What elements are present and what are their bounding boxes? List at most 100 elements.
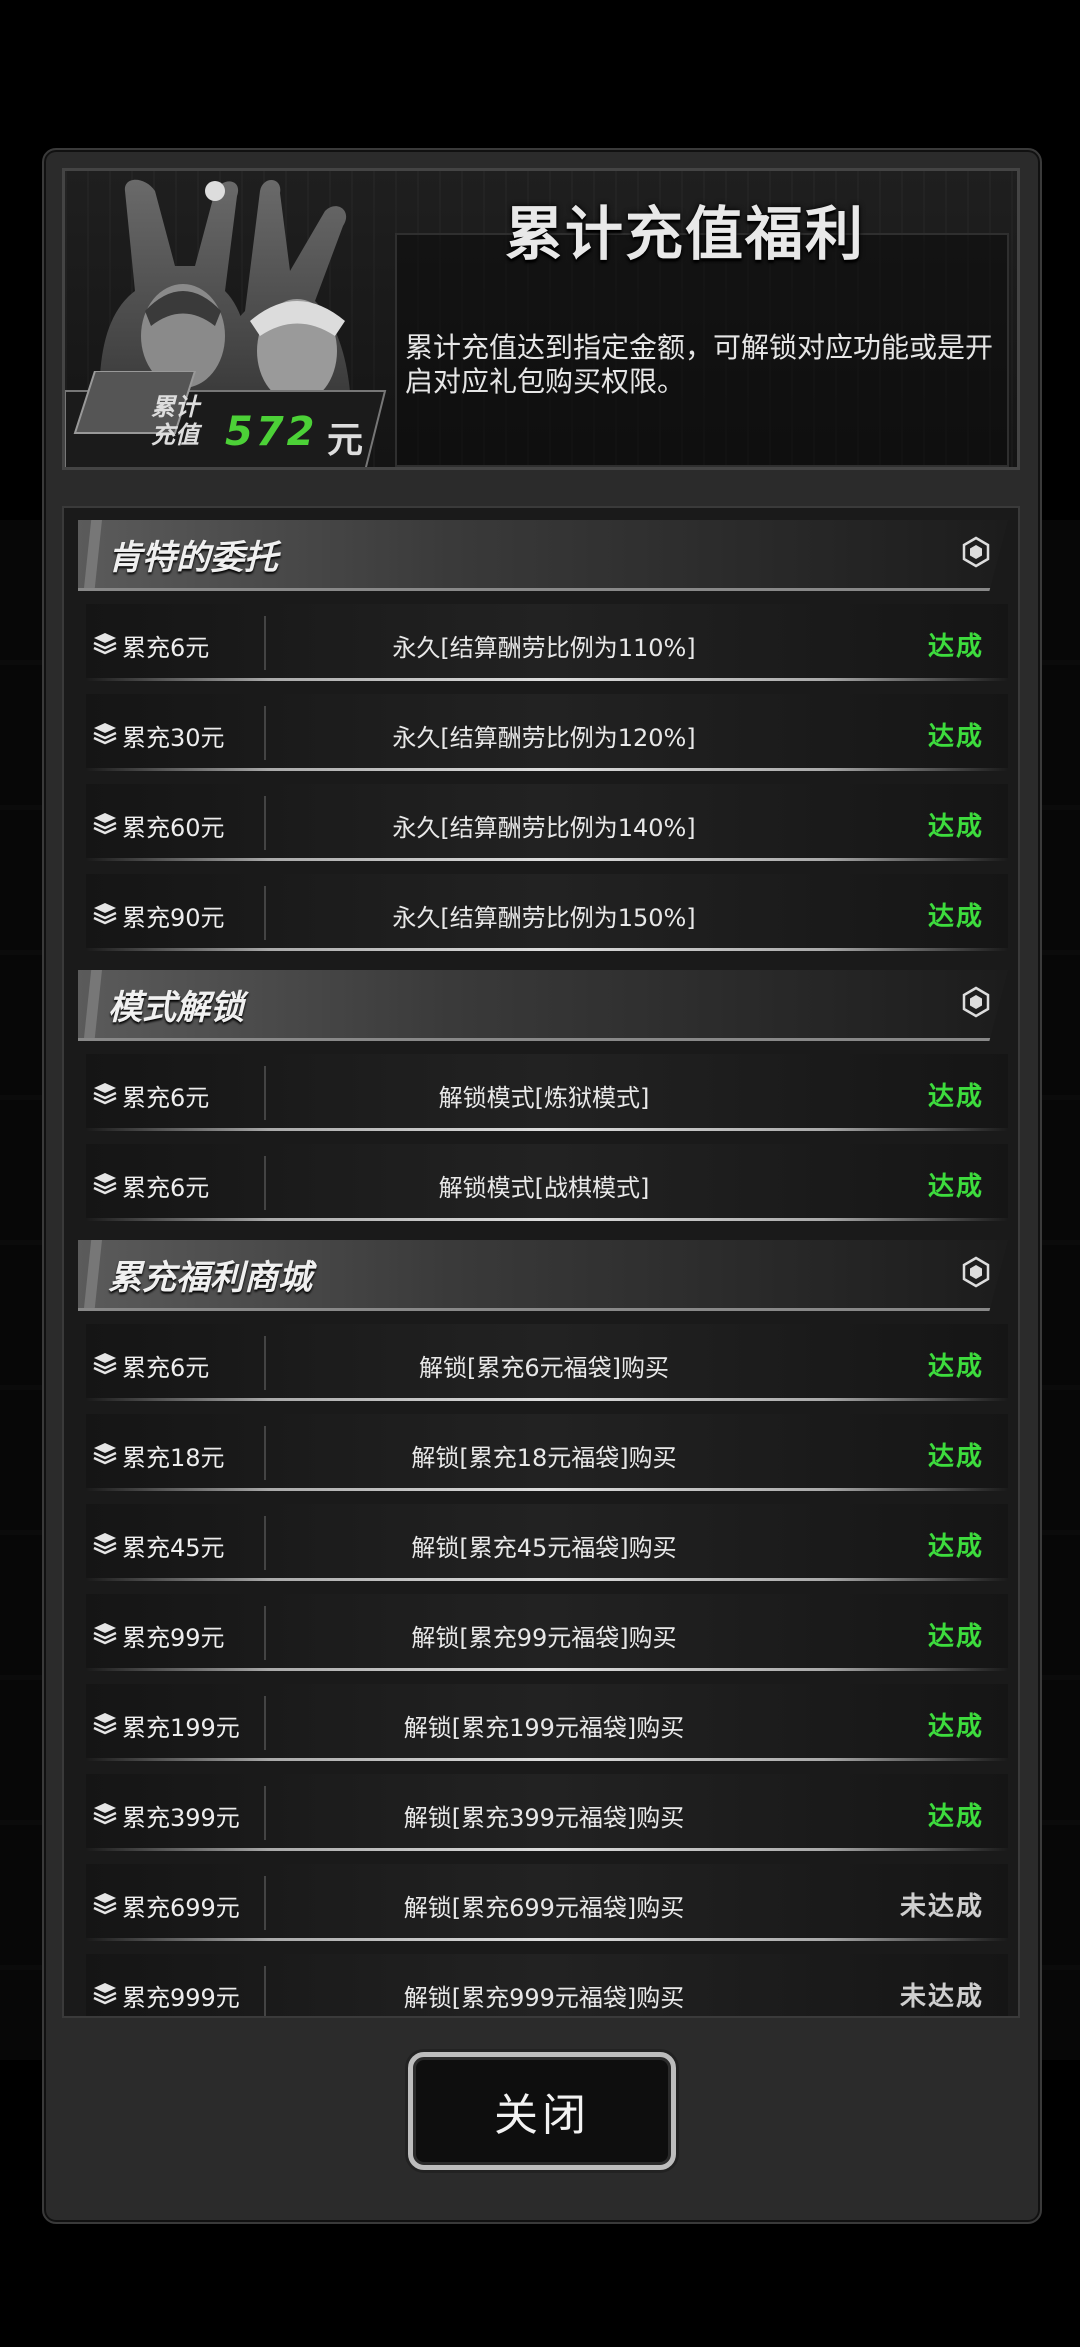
row-status: 达成 bbox=[927, 1082, 984, 1112]
row-reward: 永久[结算酬劳比例为150%] bbox=[392, 904, 696, 932]
row-reward: 永久[结算酬劳比例为110%] bbox=[392, 634, 696, 662]
row-reward: 解锁[累充399元福袋]购买 bbox=[403, 1804, 685, 1832]
total-recharge-unit: 元 bbox=[327, 420, 364, 461]
layers-icon bbox=[93, 1893, 117, 1915]
row-underline bbox=[86, 1758, 1008, 1761]
row-status: 达成 bbox=[927, 632, 984, 662]
list-item: 累充60元 永久[结算酬劳比例为140%] 达成 bbox=[64, 778, 1018, 868]
layers-icon bbox=[93, 633, 117, 655]
row-amount: 累充18元 bbox=[122, 1444, 225, 1472]
row-reward: 永久[结算酬劳比例为140%] bbox=[392, 814, 696, 842]
layers-icon bbox=[93, 1623, 117, 1645]
row-reward: 解锁[累充99元福袋]购买 bbox=[411, 1624, 677, 1652]
row-underline bbox=[86, 1938, 1008, 1941]
row-amount: 累充6元 bbox=[122, 1354, 210, 1382]
section-title: 累充福利商城 bbox=[108, 1258, 312, 1298]
row-reward: 解锁[累充699元福袋]购买 bbox=[403, 1894, 685, 1922]
row-status: 达成 bbox=[927, 1712, 984, 1742]
section-title: 模式解锁 bbox=[108, 988, 244, 1028]
layers-icon bbox=[93, 1173, 117, 1195]
row-amount: 累充30元 bbox=[122, 724, 225, 752]
list-item: 累充30元 永久[结算酬劳比例为120%] 达成 bbox=[64, 688, 1018, 778]
list-item: 累充6元 解锁[累充6元福袋]购买 达成 bbox=[64, 1318, 1018, 1408]
list-item: 累充199元 解锁[累充199元福袋]购买 达成 bbox=[64, 1678, 1018, 1768]
layers-icon bbox=[93, 903, 117, 925]
row-reward: 永久[结算酬劳比例为120%] bbox=[392, 724, 696, 752]
header-banner: 累计 充值 572 元 累计充值福利 累计充值达到指定金额，可解锁对应功能或是开启… bbox=[62, 168, 1020, 470]
layers-icon bbox=[93, 1713, 117, 1735]
layers-icon bbox=[93, 1983, 117, 2005]
row-underline bbox=[86, 768, 1008, 771]
row-amount: 累充199元 bbox=[122, 1714, 240, 1742]
row-reward: 解锁[累充999元福袋]购买 bbox=[403, 1984, 685, 2012]
row-amount: 累充699元 bbox=[122, 1894, 240, 1922]
row-reward: 解锁[累充199元福袋]购买 bbox=[403, 1714, 685, 1742]
row-reward: 解锁[累充18元福袋]购买 bbox=[411, 1444, 677, 1472]
layers-icon bbox=[93, 723, 117, 745]
list-item: 累充999元 解锁[累充999元福袋]购买 未达成 bbox=[64, 1948, 1018, 2016]
section-title: 肯特的委托 bbox=[108, 538, 278, 578]
list-item: 累充6元 永久[结算酬劳比例为110%] 达成 bbox=[64, 598, 1018, 688]
hexagon-icon[interactable] bbox=[960, 536, 992, 568]
row-underline bbox=[86, 1578, 1008, 1581]
list-item: 累充699元 解锁[累充699元福袋]购买 未达成 bbox=[64, 1858, 1018, 1948]
row-underline bbox=[86, 1848, 1008, 1851]
row-underline bbox=[86, 1488, 1008, 1491]
layers-icon bbox=[93, 1803, 117, 1825]
row-status: 达成 bbox=[927, 1802, 984, 1832]
row-amount: 累充6元 bbox=[122, 1174, 210, 1202]
section-header-1: 肯特的委托 bbox=[64, 508, 1018, 598]
row-status: 未达成 bbox=[899, 1892, 984, 1922]
row-status: 达成 bbox=[927, 1532, 984, 1562]
row-amount: 累充60元 bbox=[122, 814, 225, 842]
row-status: 达成 bbox=[927, 1352, 984, 1382]
row-underline bbox=[86, 858, 1008, 861]
row-reward: 解锁模式[战棋模式] bbox=[438, 1174, 650, 1202]
row-amount: 累充90元 bbox=[122, 904, 225, 932]
row-underline bbox=[86, 678, 1008, 681]
row-underline bbox=[86, 1398, 1008, 1401]
hexagon-icon[interactable] bbox=[960, 1256, 992, 1288]
row-amount: 累充999元 bbox=[122, 1984, 240, 2012]
list-item: 累充45元 解锁[累充45元福袋]购买 达成 bbox=[64, 1498, 1018, 1588]
row-status: 达成 bbox=[927, 722, 984, 752]
row-status: 达成 bbox=[927, 902, 984, 932]
list-item: 累充18元 解锁[累充18元福袋]购买 达成 bbox=[64, 1408, 1018, 1498]
list-item: 累充6元 解锁模式[炼狱模式] 达成 bbox=[64, 1048, 1018, 1138]
list-item: 累充6元 解锁模式[战棋模式] 达成 bbox=[64, 1138, 1018, 1228]
layers-icon bbox=[93, 1443, 117, 1465]
row-status: 达成 bbox=[927, 1442, 984, 1472]
row-status: 达成 bbox=[927, 1622, 984, 1652]
row-underline bbox=[86, 1128, 1008, 1131]
layers-icon bbox=[93, 1533, 117, 1555]
section-header-2: 模式解锁 bbox=[64, 958, 1018, 1048]
row-amount: 累充6元 bbox=[122, 1084, 210, 1112]
hexagon-icon[interactable] bbox=[960, 986, 992, 1018]
row-amount: 累充99元 bbox=[122, 1624, 225, 1652]
list-item: 累充99元 解锁[累充99元福袋]购买 达成 bbox=[64, 1588, 1018, 1678]
row-underline bbox=[86, 1218, 1008, 1221]
layers-icon bbox=[93, 1353, 117, 1375]
row-reward: 解锁[累充6元福袋]购买 bbox=[419, 1354, 669, 1382]
row-amount: 累充399元 bbox=[122, 1804, 240, 1832]
row-amount: 累充45元 bbox=[122, 1534, 225, 1562]
description-text: 累计充值达到指定金额，可解锁对应功能或是开启对应礼包购买权限。 bbox=[405, 331, 994, 398]
total-recharge-value: 572 bbox=[225, 409, 318, 455]
row-status: 达成 bbox=[927, 812, 984, 842]
page-title: 累计充值福利 bbox=[505, 200, 866, 268]
row-status: 达成 bbox=[927, 1172, 984, 1202]
layers-icon bbox=[93, 1083, 117, 1105]
row-amount: 累充6元 bbox=[122, 634, 210, 662]
benefits-list[interactable]: 肯特的委托 累充6元 永久[结算酬劳比例为110%] 达成 累充30元 永久[结… bbox=[62, 506, 1020, 2018]
close-button[interactable]: 关闭 bbox=[408, 2052, 676, 2170]
row-status: 未达成 bbox=[899, 1982, 984, 2012]
row-underline bbox=[86, 948, 1008, 951]
section-header-3: 累充福利商城 bbox=[64, 1228, 1018, 1318]
close-button-label: 关闭 bbox=[494, 2090, 590, 2141]
layers-icon bbox=[93, 813, 117, 835]
list-item: 累充399元 解锁[累充399元福袋]购买 达成 bbox=[64, 1768, 1018, 1858]
recharge-benefits-panel: 累计 充值 572 元 累计充值福利 累计充值达到指定金额，可解锁对应功能或是开启… bbox=[42, 148, 1042, 2224]
row-underline bbox=[86, 1668, 1008, 1671]
row-reward: 解锁[累充45元福袋]购买 bbox=[411, 1534, 677, 1562]
row-reward: 解锁模式[炼狱模式] bbox=[438, 1084, 650, 1112]
